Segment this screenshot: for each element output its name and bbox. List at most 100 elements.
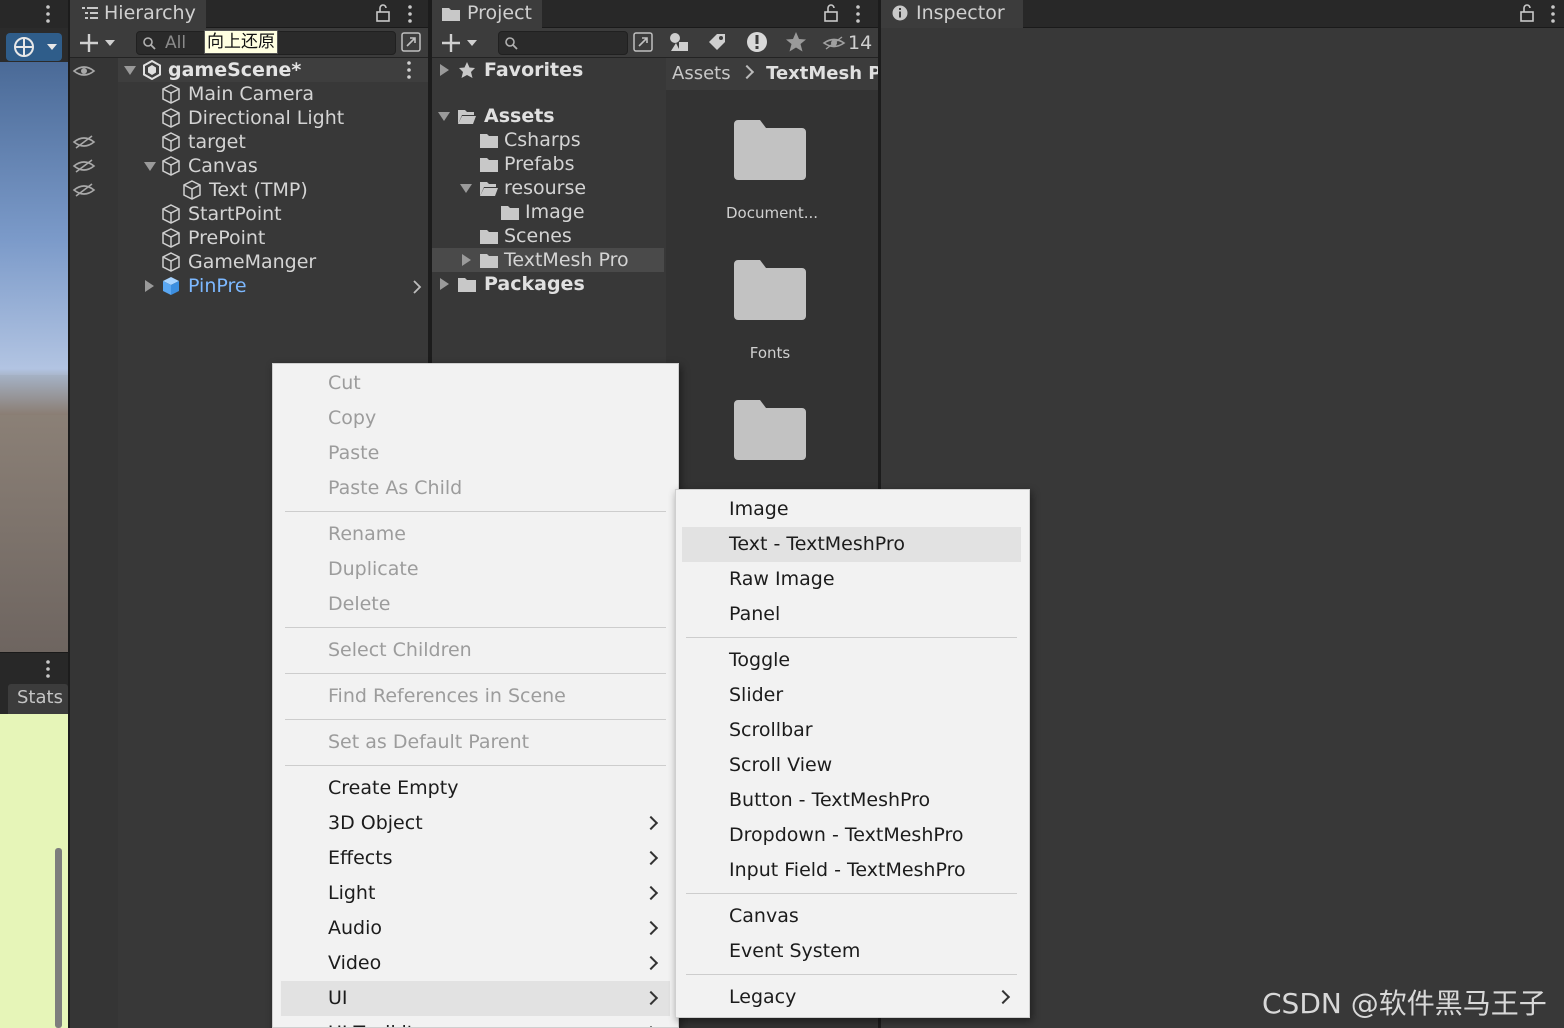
hierarchy-item[interactable]: target xyxy=(70,130,428,154)
submenu-item-raw-image[interactable]: Raw Image xyxy=(676,562,1029,597)
kebab-menu-icon[interactable] xyxy=(407,60,411,80)
eye-icon[interactable] xyxy=(72,63,96,79)
submenu-item-event-system[interactable]: Event System xyxy=(676,934,1029,969)
hierarchy-item[interactable]: GameManger xyxy=(70,250,428,274)
hierarchy-item[interactable]: Main Camera xyxy=(70,82,428,106)
submenu-item-text-textmeshpro[interactable]: Text - TextMeshPro xyxy=(682,527,1021,562)
expand-arrow-icon[interactable] xyxy=(440,64,449,76)
menu-item-paste[interactable]: Paste xyxy=(273,436,678,471)
lock-icon[interactable] xyxy=(375,4,391,22)
kebab-menu-icon[interactable] xyxy=(46,4,50,24)
submenu-item-image[interactable]: Image xyxy=(676,492,1029,527)
menu-item-ui[interactable]: UI xyxy=(281,981,670,1016)
search-by-label-icon[interactable] xyxy=(706,31,728,53)
expand-arrow-icon[interactable] xyxy=(440,278,449,290)
game-scrollbar[interactable] xyxy=(55,848,62,1028)
menu-item-rename[interactable]: Rename xyxy=(273,517,678,552)
expand-arrow-icon[interactable] xyxy=(124,66,136,75)
project-search-input[interactable] xyxy=(498,31,628,55)
tree-item-textmesh-pro-selected[interactable]: TextMesh Pro xyxy=(432,248,664,272)
search-placeholder: All xyxy=(165,33,187,53)
asset-item[interactable]: Document... xyxy=(666,120,878,230)
hierarchy-item[interactable]: Text (TMP) xyxy=(70,178,428,202)
favorites-star-icon[interactable] xyxy=(785,31,807,53)
menu-item-create-empty[interactable]: Create Empty xyxy=(273,771,678,806)
scene-visibility-toggle-icon[interactable] xyxy=(401,32,421,52)
menu-item-ui-toolkit[interactable]: UI Toolkit xyxy=(273,1016,678,1027)
folder-icon xyxy=(480,254,498,268)
lock-icon[interactable] xyxy=(1519,4,1535,22)
submenu-item-scrollbar[interactable]: Scrollbar xyxy=(676,713,1029,748)
breadcrumb-root[interactable]: Assets xyxy=(672,63,731,84)
panel-divider[interactable] xyxy=(68,0,70,1028)
menu-item-effects[interactable]: Effects xyxy=(273,841,678,876)
search-by-type-icon[interactable] xyxy=(668,31,690,53)
menu-item-label: Canvas xyxy=(729,905,799,927)
search-scope-icon[interactable] xyxy=(633,32,653,52)
hierarchy-list-icon xyxy=(82,5,98,21)
tab-hierarchy[interactable]: Hierarchy xyxy=(70,0,206,28)
tree-item-prefabs[interactable]: Prefabs xyxy=(432,152,664,176)
kebab-menu-icon[interactable] xyxy=(1551,4,1555,24)
submenu-item-canvas[interactable]: Canvas xyxy=(676,899,1029,934)
submenu-item-dropdown-textmeshpro[interactable]: Dropdown - TextMeshPro xyxy=(676,818,1029,853)
hierarchy-item[interactable]: StartPoint xyxy=(70,202,428,226)
hierarchy-item[interactable]: Canvas xyxy=(70,154,428,178)
submenu-item-legacy[interactable]: Legacy xyxy=(676,980,1029,1015)
submenu-item-panel[interactable]: Panel xyxy=(676,597,1029,632)
menu-item-copy[interactable]: Copy xyxy=(273,401,678,436)
create-add-button[interactable] xyxy=(442,32,482,54)
expand-arrow-icon[interactable] xyxy=(460,184,472,193)
tree-item-csharps[interactable]: Csharps xyxy=(432,128,664,152)
menu-item-select-children[interactable]: Select Children xyxy=(273,633,678,668)
submenu-item-button-textmeshpro[interactable]: Button - TextMeshPro xyxy=(676,783,1029,818)
menu-item-paste-as-child[interactable]: Paste As Child xyxy=(273,471,678,506)
expand-arrow-icon[interactable] xyxy=(145,280,154,292)
menu-item-light[interactable]: Light xyxy=(273,876,678,911)
tree-item-assets[interactable]: Assets xyxy=(432,104,664,128)
hierarchy-item-prefab[interactable]: PinPre xyxy=(70,274,428,298)
kebab-menu-icon[interactable] xyxy=(46,659,50,679)
menu-item-set-default-parent[interactable]: Set as Default Parent xyxy=(273,725,678,760)
menu-item-label: Effects xyxy=(328,847,393,869)
stats-button[interactable]: Stats xyxy=(8,684,68,714)
tree-item-scenes[interactable]: Scenes xyxy=(432,224,664,248)
menu-item-duplicate[interactable]: Duplicate xyxy=(273,552,678,587)
menu-item-find-references[interactable]: Find References in Scene xyxy=(273,679,678,714)
console-warning-toggle-icon[interactable] xyxy=(745,30,769,54)
tree-item-label: Scenes xyxy=(504,225,572,247)
menu-item-audio[interactable]: Audio xyxy=(273,911,678,946)
scene-viewport[interactable] xyxy=(0,62,68,652)
folder-icon xyxy=(480,158,498,172)
menu-item-delete[interactable]: Delete xyxy=(273,587,678,622)
tree-item-favorites[interactable]: Favorites xyxy=(432,58,664,82)
kebab-menu-icon[interactable] xyxy=(408,4,412,24)
menu-item-cut[interactable]: Cut xyxy=(273,366,678,401)
lock-icon[interactable] xyxy=(823,4,839,22)
expand-arrow-icon[interactable] xyxy=(144,162,156,171)
scene-row[interactable]: gameScene* xyxy=(118,58,428,82)
tab-inspector[interactable]: Inspector xyxy=(881,0,1023,28)
kebab-menu-icon[interactable] xyxy=(856,4,860,24)
hierarchy-item[interactable]: Directional Light xyxy=(70,106,428,130)
tree-item-packages[interactable]: Packages xyxy=(432,272,664,296)
hierarchy-item[interactable]: PrePoint xyxy=(70,226,428,250)
submenu-item-scroll-view[interactable]: Scroll View xyxy=(676,748,1029,783)
expand-arrow-icon[interactable] xyxy=(462,254,471,266)
create-add-button[interactable] xyxy=(80,32,120,54)
gizmo-tool-button[interactable] xyxy=(6,33,62,61)
tab-project[interactable]: Project xyxy=(432,0,543,28)
menu-item-video[interactable]: Video xyxy=(273,946,678,981)
open-prefab-chevron-icon[interactable] xyxy=(412,280,422,294)
menu-item-3d-object[interactable]: 3D Object xyxy=(273,806,678,841)
tree-item-image[interactable]: Image xyxy=(432,200,664,224)
submenu-item-slider[interactable]: Slider xyxy=(676,678,1029,713)
submenu-item-input-field-textmeshpro[interactable]: Input Field - TextMeshPro xyxy=(676,853,1029,888)
tree-item-resourse[interactable]: resourse xyxy=(432,176,664,200)
hierarchy-item-label: target xyxy=(188,131,246,153)
breadcrumb-current[interactable]: TextMesh Pro xyxy=(766,63,878,84)
asset-item[interactable] xyxy=(666,400,878,490)
asset-item[interactable]: Fonts xyxy=(666,260,878,370)
submenu-item-toggle[interactable]: Toggle xyxy=(676,643,1029,678)
expand-arrow-icon[interactable] xyxy=(438,112,450,121)
